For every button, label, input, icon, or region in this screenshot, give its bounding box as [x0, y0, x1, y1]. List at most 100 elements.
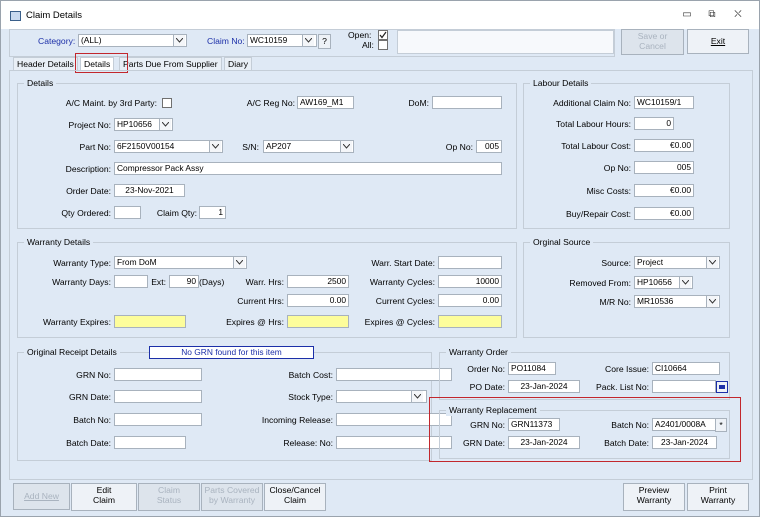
warranty-order-group-title: Warranty Order [446, 347, 511, 358]
claim-qty-field[interactable]: 1 [199, 206, 226, 219]
current-hrs-label: Current Hrs: [237, 296, 284, 306]
stock-type-dropdown-icon[interactable] [411, 391, 423, 402]
description-label: Description: [65, 164, 111, 174]
labour-op-no-field[interactable]: 005 [634, 161, 694, 174]
category-select[interactable]: (ALL) [78, 34, 187, 47]
expires-hrs-field[interactable] [287, 315, 349, 328]
warranty-type-label: Warranty Type: [53, 258, 111, 268]
warranty-cycles-label: Warranty Cycles: [369, 277, 435, 287]
open-checkbox[interactable] [378, 30, 388, 40]
title-bar: Claim Details ▭ ⧉ ⛌ [1, 1, 759, 29]
warr-hrs-field[interactable]: 2500 [287, 275, 349, 288]
dom-field[interactable] [432, 96, 502, 109]
total-hours-field[interactable]: 0 [634, 117, 674, 130]
buy-repair-field[interactable]: €0.00 [634, 207, 694, 220]
dom-label: DoM: [408, 98, 429, 108]
source-dropdown-icon[interactable] [706, 257, 718, 268]
category-value: (ALL) [81, 35, 102, 45]
current-cycles-field[interactable]: 0.00 [438, 294, 502, 307]
expires-cycles-field[interactable] [438, 315, 502, 328]
ext-field[interactable]: 90 [169, 275, 199, 288]
close-icon[interactable]: ⛌ [728, 7, 748, 23]
warr-start-field[interactable] [438, 256, 502, 269]
project-no-value: HP10656 [117, 119, 152, 129]
claim-details-window: Claim Details ▭ ⧉ ⛌ Category: (ALL) Clai… [0, 0, 760, 517]
pack-list-label: Pack. List No: [595, 382, 649, 392]
qty-ordered-field[interactable] [114, 206, 141, 219]
claim-no-dropdown-icon[interactable] [302, 35, 314, 46]
part-no-dropdown-icon[interactable] [209, 141, 221, 152]
total-cost-label: Total Labour Cost: [561, 141, 631, 151]
preview-warranty-button[interactable]: Preview Warranty [623, 483, 685, 511]
ac-reg-field[interactable]: AW169_M1 [297, 96, 354, 109]
removed-from-label: Removed From: [569, 278, 631, 288]
batch-cost-field[interactable] [336, 368, 452, 381]
grn-date-label: GRN Date: [68, 392, 111, 402]
warranty-cycles-field[interactable]: 10000 [438, 275, 502, 288]
part-no-label: Part No: [79, 142, 111, 152]
misc-costs-field[interactable]: €0.00 [634, 184, 694, 197]
mr-no-label: M/R No: [599, 297, 631, 307]
description-field[interactable]: Compressor Pack Assy [114, 162, 502, 175]
release-no-label: Release: No: [283, 438, 333, 448]
core-issue-label: Core Issue: [605, 364, 649, 374]
op-no-field[interactable]: 005 [476, 140, 502, 153]
grn-notice: No GRN found for this item [149, 346, 314, 359]
removed-from-dropdown-icon[interactable] [679, 277, 691, 288]
minimize-icon[interactable]: ▭ [677, 7, 697, 23]
mr-no-dropdown-icon[interactable] [706, 296, 718, 307]
qty-ordered-label: Qty Ordered: [61, 208, 111, 218]
total-cost-field[interactable]: €0.00 [634, 139, 694, 152]
tab-diary[interactable]: Diary [224, 57, 253, 71]
pack-list-field[interactable] [652, 380, 716, 393]
warranty-expires-label: Warranty Expires: [43, 317, 111, 327]
print-warranty-button[interactable]: Print Warranty [687, 483, 749, 511]
close-cancel-button[interactable]: Close/Cancel Claim [264, 483, 326, 511]
save-cancel-button[interactable]: Save or Cancel [621, 29, 684, 55]
warranty-type-select[interactable]: From DoM [114, 256, 247, 269]
order-date-field[interactable]: 23-Nov-2021 [114, 184, 185, 197]
parts-covered-button[interactable]: Parts Covered by Warranty [201, 483, 263, 511]
misc-costs-label: Misc Costs: [586, 186, 631, 196]
add-new-button[interactable]: Add New [13, 483, 70, 510]
labour-group-title: Labour Details [530, 78, 592, 89]
sn-label: S/N: [242, 142, 259, 152]
claim-qty-label: Claim Qty: [156, 208, 197, 218]
restore-icon[interactable]: ⧉ [702, 7, 722, 23]
core-issue-field[interactable]: CI10664 [652, 362, 720, 375]
part-no-select[interactable]: 6F2150V00154 [114, 140, 223, 153]
help-button[interactable]: ? [318, 34, 331, 49]
warranty-type-dropdown-icon[interactable] [233, 257, 245, 268]
claim-no-label: Claim No: [207, 36, 245, 46]
source-value: Project [637, 257, 664, 267]
sn-dropdown-icon[interactable] [340, 141, 352, 152]
warranty-type-value: From DoM [117, 257, 157, 267]
receipt-group-title: Original Receipt Details [24, 347, 120, 358]
batch-cost-label: Batch Cost: [288, 370, 333, 380]
ac-maint-checkbox[interactable] [162, 98, 172, 108]
ac-maint-label: A/C Maint. by 3rd Party: [65, 98, 157, 108]
current-hrs-field[interactable]: 0.00 [287, 294, 349, 307]
pack-list-lookup-icon[interactable] [716, 381, 728, 393]
warr-start-label: Warr. Start Date: [371, 258, 435, 268]
source-group-title: Orginal Source [530, 237, 594, 248]
grn-no-field[interactable] [114, 368, 202, 381]
order-no-field[interactable]: PO11084 [508, 362, 556, 375]
po-date-field[interactable]: 23-Jan-2024 [508, 380, 580, 393]
all-checkbox[interactable] [378, 40, 388, 50]
po-date-label: PO Date: [469, 382, 505, 392]
exit-button[interactable]: Exit [687, 29, 749, 54]
warranty-expires-field[interactable] [114, 315, 186, 328]
category-dropdown-icon[interactable] [173, 35, 185, 46]
removed-from-value: HP10656 [637, 277, 672, 287]
edit-claim-button[interactable]: Edit Claim [71, 483, 137, 511]
batch-date-field[interactable] [114, 436, 186, 449]
batch-no-field[interactable] [114, 413, 202, 426]
additional-claim-field[interactable]: WC10159/1 [634, 96, 694, 109]
tab-parts-due[interactable]: Parts Due From Supplier [119, 57, 222, 71]
claim-status-button[interactable]: Claim Status [138, 483, 200, 511]
project-no-dropdown-icon[interactable] [159, 119, 171, 130]
warr-hrs-label: Warr. Hrs: [245, 277, 284, 287]
tab-header-details[interactable]: Header Details [13, 57, 78, 71]
grn-date-field[interactable] [114, 390, 202, 403]
